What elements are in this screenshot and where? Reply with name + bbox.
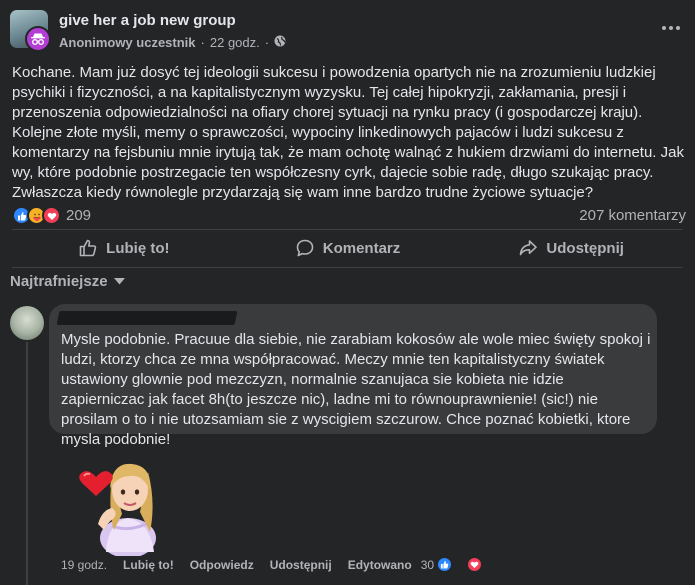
like-button-label: Lubię to! <box>106 239 170 257</box>
meta-separator: · <box>200 35 205 50</box>
comment-edited-label[interactable]: Edytowano <box>348 558 412 572</box>
comment-action-bar: 19 godz. Lubię to! Odpowiedz Udostępnij … <box>61 556 499 573</box>
comment-sort-dropdown[interactable]: Najtrafniejsze <box>10 273 125 290</box>
speech-bubble-icon <box>296 239 314 257</box>
post-text: Kochane. Mam już dosyć tej ideologii suk… <box>12 64 684 201</box>
divider <box>12 267 683 268</box>
share-button-label: Udostępnij <box>546 239 624 257</box>
thread-line <box>26 342 28 585</box>
author-name[interactable]: Anonimowy uczestnik <box>59 34 196 52</box>
comment-bubble: Mysle podobnie. Pracuue dla siebie, nie … <box>49 304 657 448</box>
comment-share-button[interactable]: Udostępnij <box>270 558 332 572</box>
incognito-icon <box>25 26 51 52</box>
more-horizontal-icon[interactable] <box>661 20 681 36</box>
comment-reaction-count: 30 <box>420 557 435 572</box>
chevron-down-icon <box>113 278 125 285</box>
reactions-summary[interactable]: 209 <box>12 206 91 225</box>
globe-icon <box>274 34 286 52</box>
like-button[interactable]: Lubię to! <box>12 230 236 266</box>
comment-count-link[interactable]: 207 komentarzy <box>579 207 686 224</box>
comment-text: Mysle podobnie. Pracuue dla siebie, nie … <box>61 331 651 448</box>
sort-label: Najtrafniejsze <box>10 273 108 290</box>
comment-reactions-summary[interactable]: 30 <box>421 556 499 573</box>
commenter-avatar[interactable] <box>10 306 44 340</box>
love-reaction-icon <box>466 556 484 573</box>
comment-button[interactable]: Komentarz <box>236 230 460 266</box>
post-time-link[interactable]: 22 godz. <box>210 34 260 52</box>
comment-button-label: Komentarz <box>322 239 401 257</box>
post-action-bar: Lubię to! Komentarz Udostępnij <box>12 230 683 266</box>
group-name-link[interactable]: give her a job new group <box>59 11 286 31</box>
group-avatar[interactable] <box>10 10 51 52</box>
comment-reply-button[interactable]: Odpowiedz <box>190 558 254 572</box>
avatar-heart-sticker <box>68 452 164 558</box>
comment-like-button[interactable]: Lubię to! <box>123 558 174 572</box>
thumbs-up-icon <box>79 239 97 257</box>
reaction-count: 209 <box>66 207 92 224</box>
love-reaction-icon <box>42 206 61 225</box>
post-header: give her a job new group Anonimowy uczes… <box>10 10 286 52</box>
comment-time-link[interactable]: 19 godz. <box>61 558 107 572</box>
share-arrow-icon <box>520 240 538 256</box>
like-reaction-icon <box>436 556 454 573</box>
share-button[interactable]: Udostępnij <box>459 230 683 266</box>
post-meta: Anonimowy uczestnik · 22 godz. · <box>59 34 286 52</box>
redacted-author-name[interactable] <box>56 311 238 325</box>
meta-separator: · <box>264 35 270 50</box>
